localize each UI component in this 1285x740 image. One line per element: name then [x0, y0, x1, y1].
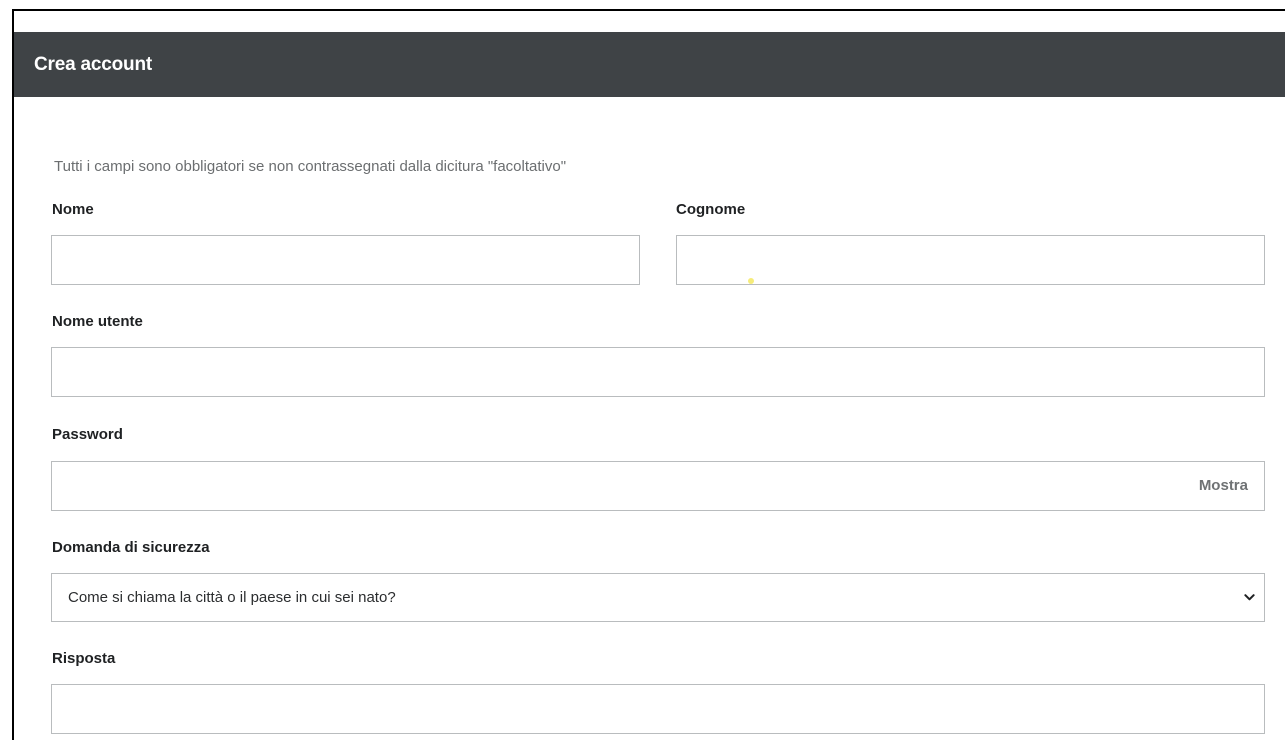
last-name-label: Cognome — [676, 201, 746, 218]
security-question-selected: Come si chiama la città o il paese in cu… — [68, 589, 396, 606]
panel-header: Crea account — [14, 32, 1285, 97]
required-fields-note: Tutti i campi sono obbligatori se non co… — [54, 158, 567, 175]
cursor-highlight — [748, 278, 754, 284]
show-password-button[interactable]: Mostra — [1199, 462, 1248, 510]
page-title: Crea account — [34, 54, 152, 75]
password-label: Password — [52, 426, 123, 443]
security-question-select[interactable]: Come si chiama la città o il paese in cu… — [51, 573, 1265, 622]
password-field[interactable]: Mostra — [51, 461, 1265, 511]
answer-label: Risposta — [52, 650, 116, 667]
create-account-panel: Crea account Tutti i campi sono obbligat… — [12, 9, 1285, 740]
first-name-field[interactable] — [51, 235, 640, 285]
security-question-label: Domanda di sicurezza — [52, 539, 210, 556]
chevron-down-icon — [1244, 594, 1255, 601]
last-name-field[interactable] — [676, 235, 1265, 285]
username-field[interactable] — [51, 347, 1265, 397]
answer-field[interactable] — [51, 684, 1265, 734]
form-body: Tutti i campi sono obbligatori se non co… — [14, 97, 1285, 740]
username-label: Nome utente — [52, 313, 143, 330]
first-name-label: Nome — [52, 201, 94, 218]
